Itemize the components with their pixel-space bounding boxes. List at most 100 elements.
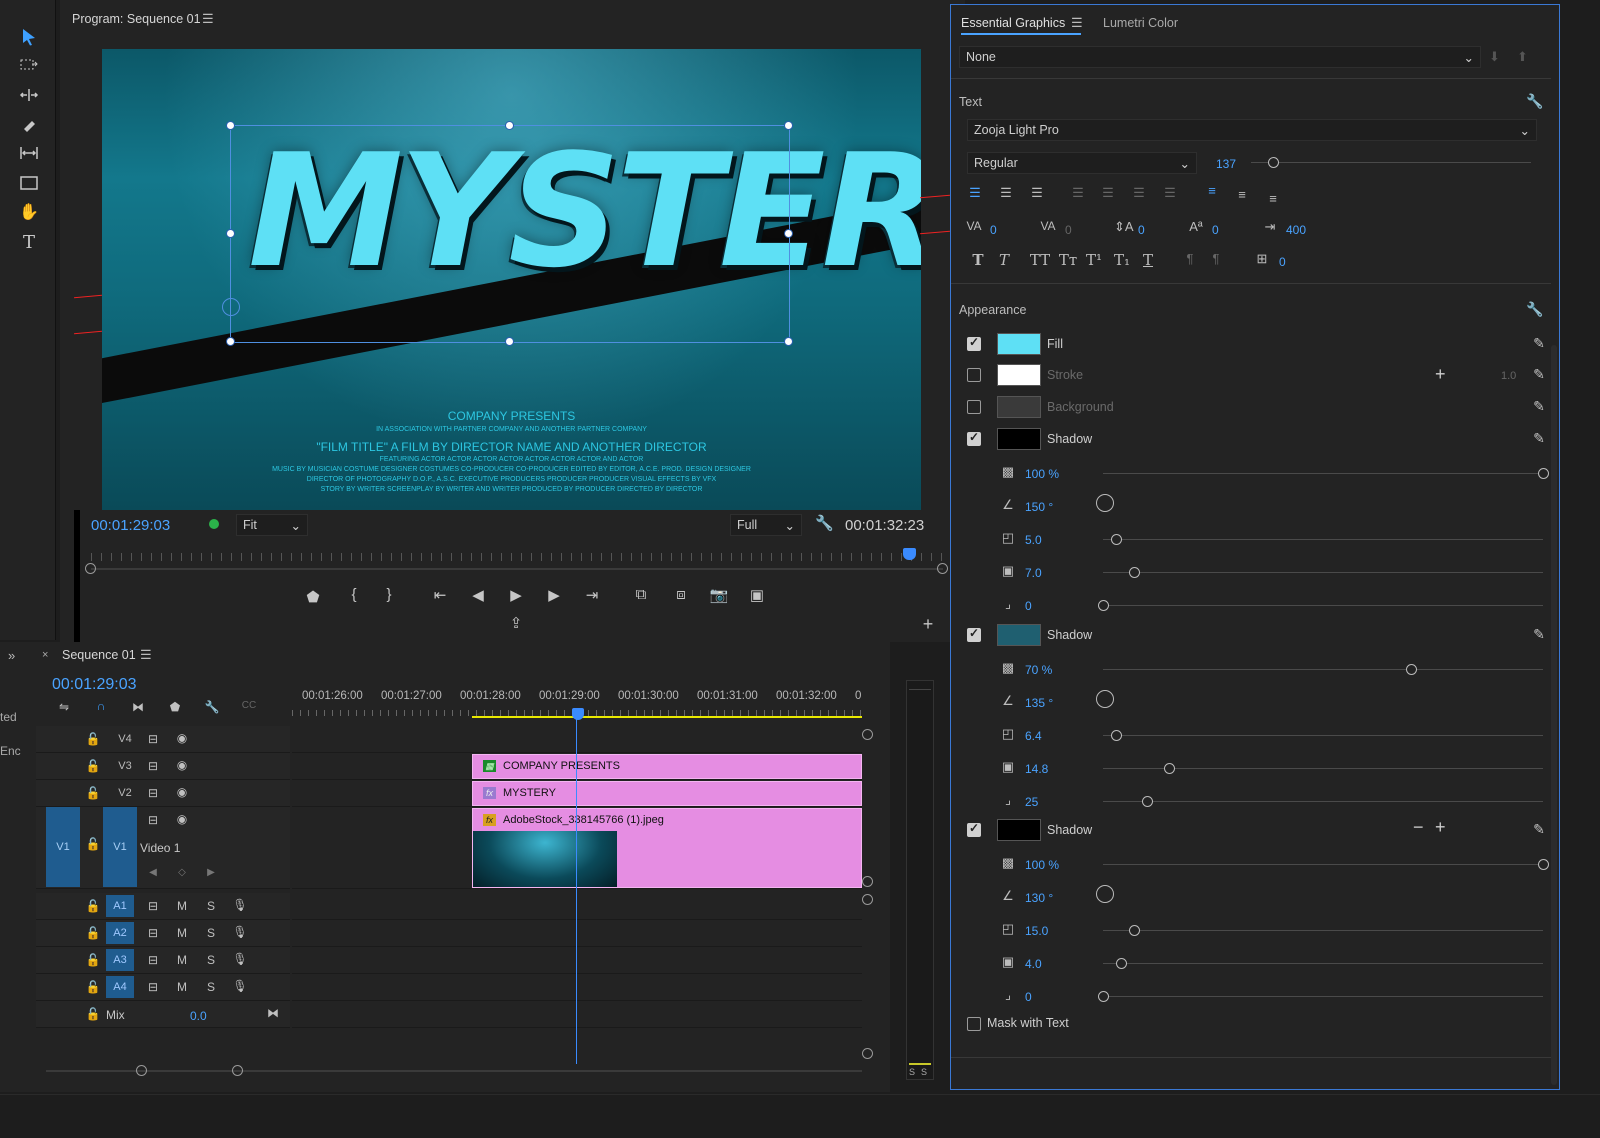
- microphone-icon[interactable]: 🎙: [231, 952, 249, 966]
- eyedropper-icon[interactable]: ✎: [1529, 335, 1549, 352]
- video-frame[interactable]: MYSTERY COMPANY PRESENTS IN ASSOCIATION …: [102, 49, 921, 510]
- text-bounding-box[interactable]: [222, 121, 793, 346]
- mark-out-icon[interactable]: }: [378, 586, 400, 603]
- tab-essential-graphics[interactable]: Essential Graphics: [961, 16, 1065, 30]
- sync-lock-icon[interactable]: ⊟: [144, 759, 162, 773]
- shadow3-opacity[interactable]: 100 %: [1025, 858, 1059, 872]
- font-size-value[interactable]: 137: [1216, 157, 1236, 171]
- background-checkbox[interactable]: [967, 400, 981, 414]
- angle-dial-icon[interactable]: [1096, 885, 1114, 903]
- solo-button[interactable]: S: [202, 899, 220, 913]
- eye-icon[interactable]: ◉: [173, 812, 191, 826]
- push-up-icon[interactable]: ⬆: [1517, 49, 1528, 65]
- lock-icon[interactable]: 🔓: [84, 953, 102, 967]
- shadow2-blur[interactable]: 25: [1025, 795, 1038, 809]
- shadow1-size-slider[interactable]: [1103, 572, 1543, 573]
- anchor-point-icon[interactable]: [222, 298, 240, 316]
- shadow1-blur-knob[interactable]: [1098, 600, 1109, 611]
- justify-center-icon[interactable]: ☰: [1099, 185, 1117, 201]
- mark-in-icon[interactable]: {: [343, 586, 365, 603]
- play-icon[interactable]: ▶: [505, 586, 527, 604]
- panel-menu-icon[interactable]: ☰: [140, 647, 152, 663]
- track-label[interactable]: A3: [106, 949, 134, 971]
- panel-menu-icon[interactable]: ☰: [202, 11, 214, 27]
- shadow2-size[interactable]: 14.8: [1025, 762, 1048, 776]
- align-center-icon[interactable]: ☰: [997, 185, 1015, 201]
- shadow1-distance-knob[interactable]: [1111, 534, 1123, 545]
- stroke-checkbox[interactable]: [967, 368, 981, 382]
- snap-magnet-icon[interactable]: ∩: [92, 699, 110, 713]
- justify-all-icon[interactable]: ☰: [1161, 185, 1179, 201]
- step-forward-icon[interactable]: ▶: [543, 586, 565, 604]
- eyedropper-icon[interactable]: ✎: [1529, 626, 1549, 643]
- ltr-text-icon[interactable]: ¶: [1181, 251, 1199, 266]
- sync-lock-icon[interactable]: ⊟: [144, 813, 162, 827]
- type-tool-icon[interactable]: T: [14, 229, 44, 255]
- lift-icon[interactable]: ⧉: [630, 586, 652, 603]
- shadow2-distance-slider[interactable]: [1103, 735, 1543, 736]
- add-marker-icon[interactable]: ⬟: [302, 588, 324, 606]
- lock-icon[interactable]: 🔓: [84, 759, 102, 773]
- track-name[interactable]: Video 1: [140, 841, 180, 855]
- shadow1-opacity-slider[interactable]: [1103, 473, 1543, 474]
- faux-bold-icon[interactable]: T: [969, 251, 987, 269]
- solo-button[interactable]: S: [202, 953, 220, 967]
- stroke-color-swatch[interactable]: [997, 364, 1041, 386]
- sync-lock-icon[interactable]: ⊟: [144, 732, 162, 746]
- extract-icon[interactable]: ⧈: [670, 586, 692, 603]
- mix-value[interactable]: 0.0: [190, 1009, 207, 1023]
- shadow3-distance-knob[interactable]: [1128, 925, 1140, 936]
- eye-icon[interactable]: ◉: [173, 758, 191, 772]
- resize-handle[interactable]: [505, 121, 514, 130]
- kerning-value[interactable]: 0: [990, 223, 997, 237]
- fill-color-swatch[interactable]: [997, 333, 1041, 355]
- resize-handle[interactable]: [226, 121, 235, 130]
- out-range-handle[interactable]: [937, 563, 948, 574]
- microphone-icon[interactable]: 🎙: [231, 898, 249, 912]
- track-label[interactable]: A1: [106, 895, 134, 917]
- resize-handle[interactable]: [784, 337, 793, 346]
- align-top-icon[interactable]: ≡: [1203, 183, 1221, 198]
- align-middle-icon[interactable]: ≡: [1233, 187, 1251, 202]
- shadow1-blur[interactable]: 0: [1025, 599, 1032, 613]
- shadow1-blur-slider[interactable]: [1103, 605, 1543, 606]
- scroll-handle[interactable]: [862, 1048, 873, 1059]
- align-left-icon[interactable]: ☰: [966, 185, 984, 201]
- eye-icon[interactable]: ◉: [173, 785, 191, 799]
- eye-icon[interactable]: ◉: [173, 731, 191, 745]
- shadow3-size[interactable]: 4.0: [1025, 957, 1042, 971]
- hand-tool-icon[interactable]: ✋: [14, 199, 44, 225]
- lock-icon[interactable]: 🔓: [84, 980, 102, 994]
- playhead-line[interactable]: [576, 716, 577, 1064]
- scroll-handle[interactable]: [862, 729, 873, 740]
- shadow3-blur-slider[interactable]: [1103, 996, 1543, 997]
- push-down-icon[interactable]: ⬇: [1489, 49, 1500, 65]
- meter-solo[interactable]: S: [921, 1067, 927, 1077]
- shadow1-color-swatch[interactable]: [997, 428, 1041, 450]
- shadow2-checkbox[interactable]: [967, 626, 981, 642]
- eyedropper-icon[interactable]: ✎: [1529, 398, 1549, 415]
- add-keyframe-icon[interactable]: ◇: [173, 867, 191, 878]
- shadow2-size-knob[interactable]: [1164, 763, 1175, 774]
- playhead-timecode[interactable]: 00:01:29:03: [91, 517, 170, 534]
- ripple-edit-tool-icon[interactable]: [14, 82, 44, 108]
- solo-button[interactable]: S: [202, 926, 220, 940]
- meter-solo[interactable]: S: [909, 1067, 915, 1077]
- horizontal-scrollbar[interactable]: [46, 1070, 862, 1072]
- graphic-clip-company-presents[interactable]: ▦ COMPANY PRESENTS: [472, 754, 862, 779]
- background-color-swatch[interactable]: [997, 396, 1041, 418]
- resize-handle[interactable]: [226, 229, 235, 238]
- shadow1-size-knob[interactable]: [1128, 567, 1140, 578]
- go-to-in-icon[interactable]: ⇤: [429, 586, 451, 604]
- shadow2-distance[interactable]: 6.4: [1025, 729, 1042, 743]
- zoom-handle-left[interactable]: [136, 1065, 147, 1076]
- next-keyframe-icon[interactable]: ▶: [202, 867, 220, 878]
- solo-button[interactable]: S: [202, 980, 220, 994]
- linked-selection-icon[interactable]: ⧓: [129, 700, 147, 714]
- track-area-a1[interactable]: [292, 893, 862, 920]
- sync-lock-icon[interactable]: ⊟: [144, 953, 162, 967]
- font-size-knob[interactable]: [1268, 157, 1279, 168]
- all-caps-icon[interactable]: TT: [1027, 251, 1053, 269]
- tab-width-value[interactable]: 400: [1286, 223, 1306, 237]
- shadow2-distance-knob[interactable]: [1111, 730, 1123, 741]
